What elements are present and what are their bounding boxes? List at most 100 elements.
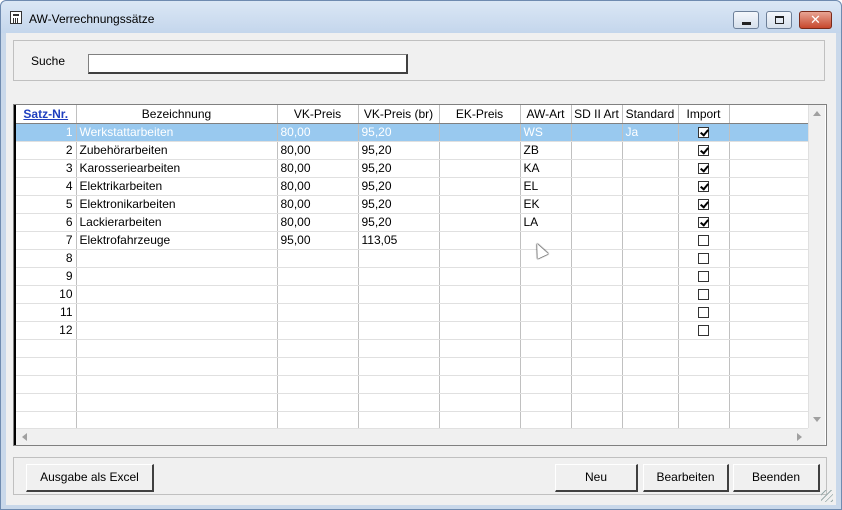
- cell-standard[interactable]: [622, 195, 679, 214]
- cell-aw-art[interactable]: [520, 303, 572, 322]
- cell-sd-ii-art[interactable]: [571, 303, 623, 322]
- cell-satz-nr[interactable]: 5: [16, 195, 77, 214]
- table-row[interactable]: 4 Elektrikarbeiten 80,00 95,20 EL: [16, 177, 809, 196]
- cell-ek-preis[interactable]: [439, 177, 521, 196]
- table-row[interactable]: 3 Karosseriearbeiten 80,00 95,20 KA: [16, 159, 809, 178]
- scroll-left-icon[interactable]: [22, 433, 27, 441]
- cell-bezeichnung[interactable]: Lackierarbeiten: [76, 213, 278, 232]
- cell-bezeichnung[interactable]: [76, 285, 278, 304]
- close-dialog-button[interactable]: Beenden: [733, 464, 820, 492]
- cell-satz-nr[interactable]: 9: [16, 267, 77, 286]
- table-row[interactable]: 11: [16, 303, 809, 322]
- cell-satz-nr[interactable]: 1: [16, 123, 77, 142]
- vertical-scrollbar[interactable]: [808, 105, 825, 428]
- cell-bezeichnung[interactable]: Elektrofahrzeuge: [76, 231, 278, 250]
- import-checkbox[interactable]: [698, 289, 709, 301]
- cell-ek-preis[interactable]: [439, 249, 521, 268]
- import-checkbox[interactable]: [698, 235, 709, 247]
- table-row[interactable]: 7 Elektrofahrzeuge 95,00 113,05: [16, 231, 809, 250]
- cell-vk-preis[interactable]: 80,00: [277, 141, 359, 160]
- column-header-import[interactable]: Import: [678, 105, 730, 124]
- export-excel-button[interactable]: Ausgabe als Excel: [26, 464, 154, 492]
- cell-standard[interactable]: [622, 141, 679, 160]
- cell-ek-preis[interactable]: [439, 195, 521, 214]
- cell-satz-nr[interactable]: 12: [16, 321, 77, 340]
- table-row[interactable]: 6 Lackierarbeiten 80,00 95,20 LA: [16, 213, 809, 232]
- cell-vk-preis-br[interactable]: [358, 267, 440, 286]
- cell-sd-ii-art[interactable]: [571, 285, 623, 304]
- cell-vk-preis[interactable]: 80,00: [277, 213, 359, 232]
- cell-satz-nr[interactable]: 4: [16, 177, 77, 196]
- cell-sd-ii-art[interactable]: [571, 249, 623, 268]
- import-checkbox[interactable]: [698, 217, 709, 229]
- cell-vk-preis-br[interactable]: [358, 285, 440, 304]
- cell-aw-art[interactable]: EL: [520, 177, 572, 196]
- scroll-up-icon[interactable]: [813, 111, 821, 116]
- cell-vk-preis-br[interactable]: 95,20: [358, 123, 440, 142]
- column-header-sd-ii-art[interactable]: SD II Art: [571, 105, 623, 124]
- table-row[interactable]: 1 Werkstattarbeiten 80,00 95,20 WS Ja: [16, 123, 809, 142]
- table-row[interactable]: 10: [16, 285, 809, 304]
- table-row[interactable]: 5 Elektronikarbeiten 80,00 95,20 EK: [16, 195, 809, 214]
- import-checkbox[interactable]: [698, 253, 709, 265]
- cell-bezeichnung[interactable]: [76, 303, 278, 322]
- cell-aw-art[interactable]: WS: [520, 123, 572, 142]
- cell-ek-preis[interactable]: [439, 303, 521, 322]
- cell-bezeichnung[interactable]: Elektronikarbeiten: [76, 195, 278, 214]
- table-row[interactable]: 8: [16, 249, 809, 268]
- horizontal-scrollbar[interactable]: [16, 428, 808, 445]
- cell-vk-preis[interactable]: 80,00: [277, 195, 359, 214]
- cell-vk-preis-br[interactable]: 95,20: [358, 195, 440, 214]
- cell-vk-preis[interactable]: 80,00: [277, 177, 359, 196]
- cell-satz-nr[interactable]: 11: [16, 303, 77, 322]
- scroll-right-icon[interactable]: [797, 433, 802, 441]
- cell-vk-preis[interactable]: [277, 249, 359, 268]
- cell-bezeichnung[interactable]: [76, 267, 278, 286]
- column-header-vk-preis[interactable]: VK-Preis: [277, 105, 359, 124]
- cell-bezeichnung[interactable]: [76, 321, 278, 340]
- table-row[interactable]: 12: [16, 321, 809, 340]
- import-checkbox[interactable]: [698, 181, 709, 193]
- column-header-satz-nr[interactable]: Satz-Nr.: [16, 105, 77, 124]
- import-checkbox[interactable]: [698, 271, 709, 283]
- cell-aw-art[interactable]: KA: [520, 159, 572, 178]
- import-checkbox[interactable]: [698, 307, 709, 319]
- column-header-aw-art[interactable]: AW-Art: [520, 105, 572, 124]
- cell-sd-ii-art[interactable]: [571, 141, 623, 160]
- cell-standard[interactable]: [622, 303, 679, 322]
- cell-sd-ii-art[interactable]: [571, 177, 623, 196]
- cell-satz-nr[interactable]: 10: [16, 285, 77, 304]
- cell-standard[interactable]: [622, 231, 679, 250]
- cell-aw-art[interactable]: LA: [520, 213, 572, 232]
- cell-ek-preis[interactable]: [439, 159, 521, 178]
- cell-ek-preis[interactable]: [439, 267, 521, 286]
- import-checkbox[interactable]: [698, 145, 709, 157]
- cell-vk-preis[interactable]: [277, 267, 359, 286]
- cell-vk-preis-br[interactable]: 113,05: [358, 231, 440, 250]
- table-row[interactable]: 9: [16, 267, 809, 286]
- cell-ek-preis[interactable]: [439, 285, 521, 304]
- cell-sd-ii-art[interactable]: [571, 123, 623, 142]
- cell-bezeichnung[interactable]: Zubehörarbeiten: [76, 141, 278, 160]
- cell-vk-preis-br[interactable]: [358, 249, 440, 268]
- cell-aw-art[interactable]: [520, 321, 572, 340]
- cell-sd-ii-art[interactable]: [571, 231, 623, 250]
- cell-vk-preis-br[interactable]: [358, 303, 440, 322]
- cell-ek-preis[interactable]: [439, 321, 521, 340]
- cell-satz-nr[interactable]: 7: [16, 231, 77, 250]
- cell-vk-preis[interactable]: [277, 285, 359, 304]
- column-header-standard[interactable]: Standard: [622, 105, 679, 124]
- cell-vk-preis[interactable]: 80,00: [277, 159, 359, 178]
- scroll-down-icon[interactable]: [813, 417, 821, 422]
- cell-ek-preis[interactable]: [439, 231, 521, 250]
- cell-sd-ii-art[interactable]: [571, 213, 623, 232]
- cell-satz-nr[interactable]: 8: [16, 249, 77, 268]
- cell-vk-preis[interactable]: [277, 321, 359, 340]
- cell-bezeichnung[interactable]: [76, 249, 278, 268]
- resize-grip-icon[interactable]: [821, 490, 833, 502]
- column-header-vk-preis-br[interactable]: VK-Preis (br): [358, 105, 440, 124]
- cell-sd-ii-art[interactable]: [571, 195, 623, 214]
- import-checkbox[interactable]: [698, 127, 709, 139]
- cell-ek-preis[interactable]: [439, 213, 521, 232]
- cell-sd-ii-art[interactable]: [571, 321, 623, 340]
